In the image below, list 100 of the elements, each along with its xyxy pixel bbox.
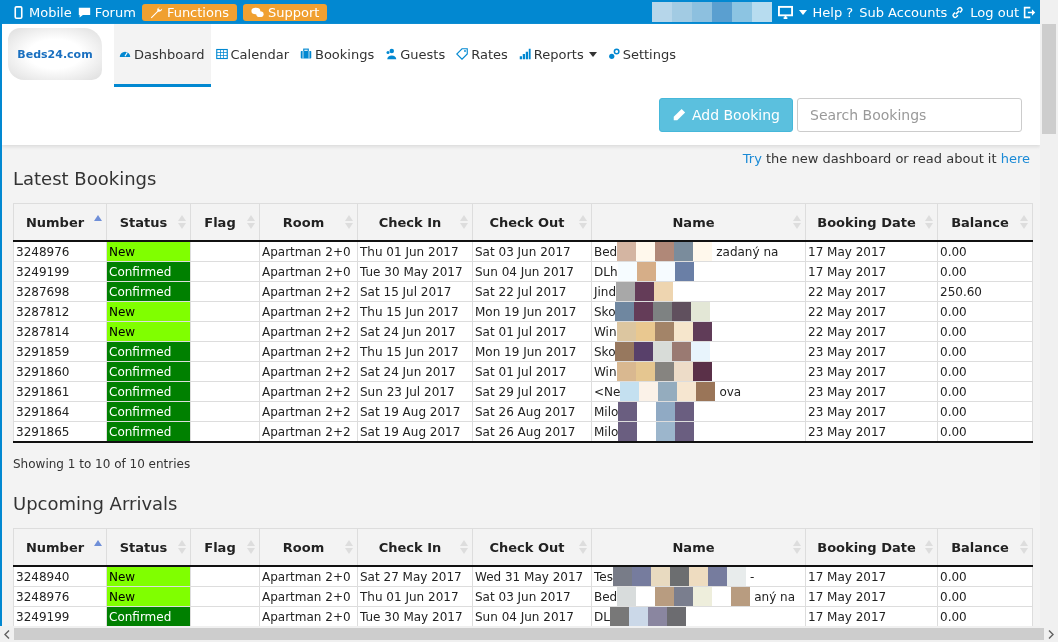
column-header[interactable]: Number	[13, 528, 107, 566]
table-cell: Apartman 2+0	[259, 261, 358, 282]
table-cell: Tue 30 May 2017	[357, 261, 473, 282]
nav-tab[interactable]: Reports	[513, 24, 603, 87]
column-header[interactable]: Flag	[190, 528, 260, 566]
table-cell: 22 May 2017	[805, 321, 938, 342]
table-cell: Sun 23 Jul 2017	[357, 381, 473, 402]
scroll-right-icon[interactable]	[1048, 629, 1054, 639]
table-cell: 250.60	[937, 281, 1033, 302]
menu-link[interactable]: Log out	[970, 4, 1036, 20]
menu-link[interactable]: Forum	[77, 4, 136, 20]
logo[interactable]: Beds24.com	[8, 28, 102, 80]
scroll-left-icon[interactable]	[4, 629, 10, 639]
speech-bubbles-icon	[250, 5, 264, 19]
table-cell: 17 May 2017	[805, 586, 938, 607]
notice-text: Try the new dashboard or read about it here	[742, 151, 1030, 166]
column-header[interactable]: Name	[591, 203, 806, 241]
table-cell: Sat 01 Jul 2017	[472, 321, 592, 342]
table-cell: aný na	[754, 589, 796, 604]
suitcase-icon	[300, 48, 312, 60]
table-cell: Apartman 2+2	[259, 421, 358, 442]
table-cell: Milo	[594, 404, 619, 419]
column-header[interactable]: Balance	[937, 203, 1033, 241]
table-cell: Sat 27 May 2017	[357, 566, 473, 587]
menu-link[interactable]: Sub Accounts	[859, 4, 965, 20]
table-cell: 3291860	[13, 361, 107, 382]
table-cell: 0.00	[937, 241, 1033, 262]
table-cell: Apartman 2+0	[259, 241, 358, 262]
table-cell: 23 May 2017	[805, 341, 938, 362]
column-header[interactable]: Booking Date	[805, 203, 938, 241]
table-cell: Thu 15 Jun 2017	[357, 301, 473, 322]
table-cell: 3291861	[13, 381, 107, 402]
table-cell: 3291864	[13, 401, 107, 422]
table-cell: Sat 29 Jul 2017	[472, 381, 592, 402]
bar-chart-icon	[518, 48, 531, 60]
tag-icon	[456, 48, 469, 60]
table-cell: Sun 04 Jun 2017	[472, 261, 592, 282]
table-cell: <Ne	[594, 384, 621, 399]
column-header[interactable]: Check Out	[472, 528, 592, 566]
table-cell: 0.00	[937, 566, 1033, 587]
menu-link[interactable]: Mobile	[12, 4, 72, 20]
column-header[interactable]: Name	[591, 528, 806, 566]
column-header[interactable]: Room	[259, 528, 358, 566]
table-cell: Milo	[594, 424, 619, 439]
nav-tab[interactable]: Settings	[602, 24, 682, 87]
table-cell: zadaný na	[716, 244, 779, 259]
column-header[interactable]: Booking Date	[805, 528, 938, 566]
table-cell: Apartman 2+0	[259, 586, 358, 607]
nav-tab[interactable]: Dashboard	[114, 24, 211, 87]
table-cell: 17 May 2017	[805, 261, 938, 282]
table-cell: 17 May 2017	[805, 566, 938, 587]
column-header[interactable]: Check In	[357, 203, 473, 241]
table-cell: Sat 22 Jul 2017	[472, 281, 592, 302]
table-cell: Apartman 2+2	[259, 281, 358, 302]
table-cell: 0.00	[937, 301, 1033, 322]
speech-bubble-icon	[77, 5, 91, 19]
table-cell: 3248976	[13, 586, 107, 607]
table-cell: 23 May 2017	[805, 381, 938, 402]
table-cell: Thu 01 Jun 2017	[357, 241, 473, 262]
column-header[interactable]: Flag	[190, 203, 260, 241]
column-header[interactable]: Room	[259, 203, 358, 241]
column-header[interactable]: Status	[106, 203, 191, 241]
table-cell: Win	[594, 364, 617, 379]
logout-icon	[1023, 5, 1036, 19]
table-cell: Apartman 2+2	[259, 401, 358, 422]
table-cell: 0.00	[937, 321, 1033, 342]
column-header[interactable]: Balance	[937, 528, 1033, 566]
table-cell: 22 May 2017	[805, 281, 938, 302]
table-cell: Sat 24 Jun 2017	[357, 321, 473, 342]
table-cell: Apartman 2+2	[259, 341, 358, 362]
table-cell: 0.00	[937, 421, 1033, 442]
table-cell: 0.00	[937, 361, 1033, 382]
table-cell: 3287812	[13, 301, 107, 322]
nav-tab[interactable]: Bookings	[295, 24, 381, 87]
nav-tab[interactable]: Calendar	[210, 24, 295, 87]
table-cell: Wed 31 May 2017	[472, 566, 592, 587]
table-cell: Sat 03 Jun 2017	[472, 241, 592, 262]
column-header[interactable]: Check Out	[472, 203, 592, 241]
table-cell: Apartman 2+2	[259, 361, 358, 382]
table-cell: 3287814	[13, 321, 107, 342]
table-cell: 3249199	[13, 261, 107, 282]
table-cell: Sat 26 Aug 2017	[472, 421, 592, 442]
table-cell: Bed	[594, 244, 618, 259]
table-cell: Sat 19 Aug 2017	[357, 421, 473, 442]
search-field[interactable]: Search Bookings	[797, 98, 1022, 132]
table-cell: Apartman 2+2	[259, 321, 358, 342]
table-cell: Sat 26 Aug 2017	[472, 401, 592, 422]
table-cell: Jind	[594, 284, 617, 299]
table-cell: 3248940	[13, 566, 107, 587]
nav-tab[interactable]: Rates	[451, 24, 514, 87]
column-header[interactable]: Status	[106, 528, 191, 566]
table-cell: 0.00	[937, 261, 1033, 282]
entries-info: Showing 1 to 10 of 10 entries	[13, 456, 192, 473]
table-cell: Sko	[594, 344, 616, 359]
nav-tab[interactable]: Guests	[380, 24, 452, 87]
table-cell: Thu 15 Jun 2017	[357, 341, 473, 362]
column-header[interactable]: Check In	[357, 528, 473, 566]
table-cell: Bed	[594, 589, 618, 604]
menu-link[interactable]: Help ?	[812, 4, 854, 20]
column-header[interactable]: Number	[13, 203, 107, 241]
